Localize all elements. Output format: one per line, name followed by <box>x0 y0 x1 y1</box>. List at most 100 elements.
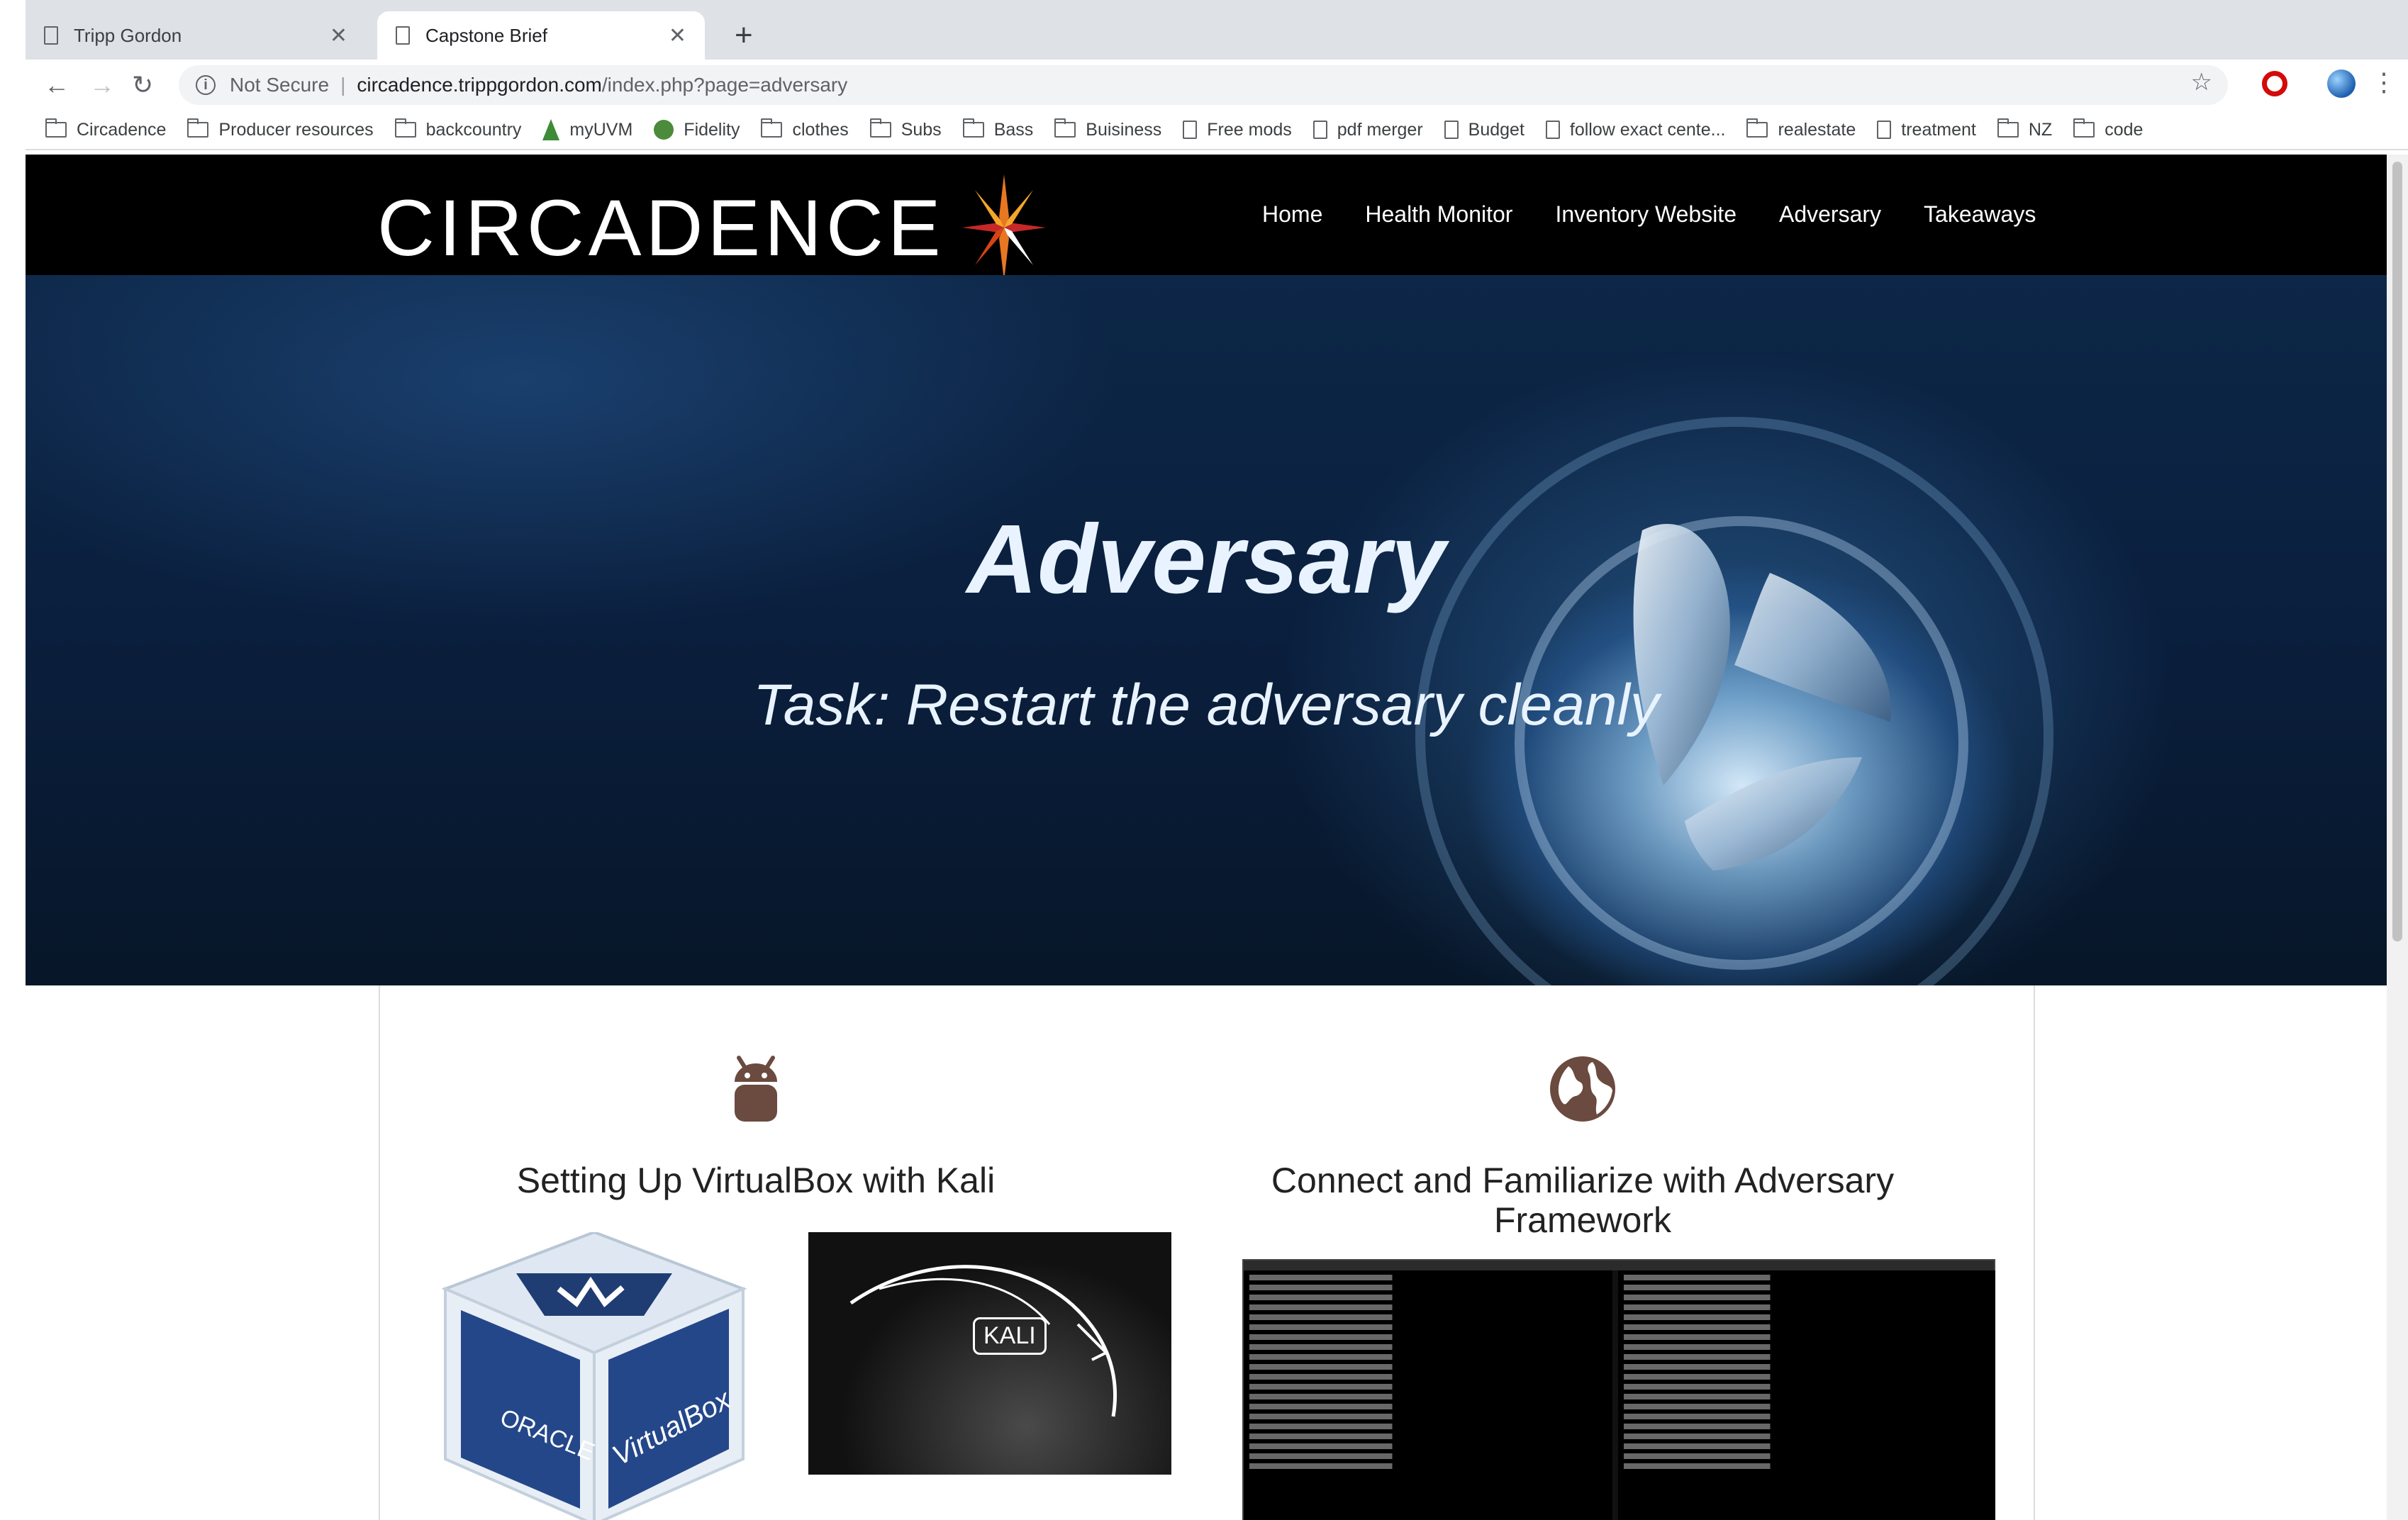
bookmark-label: realestate <box>1778 119 1856 140</box>
site-nav: Home Health Monitor Inventory Website Ad… <box>1262 201 2078 228</box>
folder-icon <box>761 118 783 138</box>
folder-icon <box>962 118 984 138</box>
tab-capstone-brief[interactable]: Capstone Brief ✕ <box>377 11 705 60</box>
folder-icon <box>2073 118 2095 138</box>
nav-inventory-website[interactable]: Inventory Website <box>1555 201 1737 228</box>
page-icon <box>396 26 410 45</box>
reload-icon[interactable]: ↻ <box>132 69 153 101</box>
terminal-pane-left <box>1244 1270 1612 1520</box>
bookmark-label: Subs <box>901 119 942 140</box>
android-icon <box>735 1056 777 1122</box>
kali-badge: KALI <box>973 1317 1047 1355</box>
bookmark-label: backcountry <box>425 119 522 140</box>
terminal-menubar <box>1244 1261 1994 1270</box>
bookmark-item[interactable]: Buisiness <box>1054 118 1162 140</box>
page-icon <box>44 26 58 45</box>
url-host: circadence.trippgordon.com <box>357 74 602 96</box>
bookmark-item[interactable]: Producer resources <box>187 118 374 140</box>
bookmark-item[interactable]: follow exact cente... <box>1545 119 1726 140</box>
page-icon <box>1444 121 1459 139</box>
hero-banner: Adversary Task: Restart the adversary cl… <box>26 275 2387 1055</box>
new-tab-button[interactable]: + <box>735 16 753 55</box>
kali-logo-image: KALI <box>808 1232 1171 1475</box>
bookmark-label: follow exact cente... <box>1569 119 1726 140</box>
bookmark-item[interactable]: pdf merger <box>1312 119 1423 140</box>
bookmark-label: treatment <box>1901 119 1976 140</box>
bookmark-label: Fidelity <box>684 119 740 140</box>
bookmark-item[interactable]: clothes <box>761 118 849 140</box>
bookmark-item[interactable]: Circadence <box>45 118 167 140</box>
bookmark-label: Budget <box>1468 119 1524 140</box>
profile-avatar[interactable] <box>2327 69 2356 98</box>
bookmark-item[interactable]: Fidelity <box>654 120 740 140</box>
bookmark-item[interactable]: realestate <box>1746 118 1856 140</box>
tree-icon <box>542 119 560 140</box>
bookmark-star-icon[interactable]: ☆ <box>2191 68 2212 96</box>
card-title: Setting Up VirtualBox with Kali <box>516 1161 996 1200</box>
page-icon <box>1545 121 1560 139</box>
hero-title: Adversary <box>26 503 2387 616</box>
tab-tripp-gordon[interactable]: Tripp Gordon ✕ <box>26 11 366 60</box>
bookmark-label: myUVM <box>569 119 633 140</box>
url-separator: | <box>340 74 346 96</box>
bookmark-item[interactable]: Subs <box>869 118 942 140</box>
hero-subtitle-text: Task: Restart the adversary cleanly <box>753 673 1659 737</box>
terminal-screenshot <box>1242 1259 1995 1520</box>
bookmark-item[interactable]: Free mods <box>1183 119 1292 140</box>
forward-icon[interactable]: → <box>89 69 115 101</box>
page-icon <box>1183 121 1198 139</box>
card-virtualbox-kali: Setting Up VirtualBox with Kali <box>380 985 1132 1200</box>
close-icon[interactable]: ✕ <box>669 23 686 48</box>
globe-icon <box>1550 1056 1615 1122</box>
folder-icon <box>394 118 416 138</box>
page-icon <box>1312 121 1327 139</box>
page-scrollbar[interactable] <box>2387 155 2408 1520</box>
bookmark-item[interactable]: treatment <box>1877 120 1976 140</box>
nav-adversary[interactable]: Adversary <box>1779 201 1881 228</box>
info-icon[interactable]: i <box>196 75 216 95</box>
card-adversary-framework: Connect and Familiarize with Adversary F… <box>1207 985 1958 1240</box>
folder-icon <box>1054 118 1076 138</box>
folder-icon <box>45 118 67 138</box>
hero-title-text: Adversary <box>966 505 1446 614</box>
nav-health-monitor[interactable]: Health Monitor <box>1365 201 1512 228</box>
close-icon[interactable]: ✕ <box>330 23 347 48</box>
menu-icon[interactable]: ⋮ <box>2371 67 2397 98</box>
bookmark-item[interactable]: backcountry <box>394 118 522 140</box>
bookmark-item[interactable]: NZ <box>1997 118 2053 140</box>
bookmark-label: Circadence <box>77 119 167 140</box>
terminal-pane-right <box>1618 1270 1995 1520</box>
tab-title: Tripp Gordon <box>74 24 182 46</box>
hero-subtitle: Task: Restart the adversary cleanly <box>26 672 2387 739</box>
tab-title: Capstone Brief <box>425 24 547 46</box>
virtualbox-logo-icon: ORACLE VirtualBox <box>441 1232 747 1520</box>
bookmarks-bar: Circadence Producer resources backcountry m… <box>26 111 2408 150</box>
site-navbar: CIRCADENCE Home Health Monitor Inventory… <box>26 155 2387 281</box>
bookmark-label: Bass <box>993 119 1034 140</box>
page-icon <box>1877 121 1892 139</box>
tab-bar: Tripp Gordon ✕ Capstone Brief ✕ + <box>26 0 2408 60</box>
bookmark-item[interactable]: Budget <box>1444 120 1524 140</box>
bookmark-label: pdf merger <box>1337 119 1423 140</box>
nav-home[interactable]: Home <box>1262 201 1322 228</box>
bookmark-label: Free mods <box>1207 119 1292 140</box>
url-path: /index.php?page=adversary <box>601 74 848 96</box>
website: CIRCADENCE Home Health Monitor Inventory… <box>26 155 2387 1520</box>
site-logo[interactable]: CIRCADENCE <box>377 174 1046 281</box>
folder-icon <box>1746 118 1768 138</box>
back-icon[interactable]: ← <box>44 69 69 101</box>
opera-extension-icon[interactable] <box>2262 71 2287 96</box>
content-section: Setting Up VirtualBox with Kali ORACLE V… <box>379 985 2035 1520</box>
bookmark-item[interactable]: code <box>2073 118 2143 140</box>
bookmark-item[interactable]: myUVM <box>542 119 632 140</box>
address-bar[interactable]: i Not Secure | circadence.trippgordon.co… <box>179 65 2228 105</box>
bookmark-label: clothes <box>792 119 849 140</box>
bookmark-label: NZ <box>2028 119 2053 140</box>
bookmark-item[interactable]: Bass <box>962 118 1034 140</box>
logo-text: CIRCADENCE <box>377 183 945 272</box>
nav-takeaways[interactable]: Takeaways <box>1924 201 2036 228</box>
bookmark-label: Buisiness <box>1086 119 1162 140</box>
folder-icon <box>187 118 209 138</box>
security-label: Not Secure <box>230 74 330 96</box>
scrollbar-thumb[interactable] <box>2392 162 2402 941</box>
